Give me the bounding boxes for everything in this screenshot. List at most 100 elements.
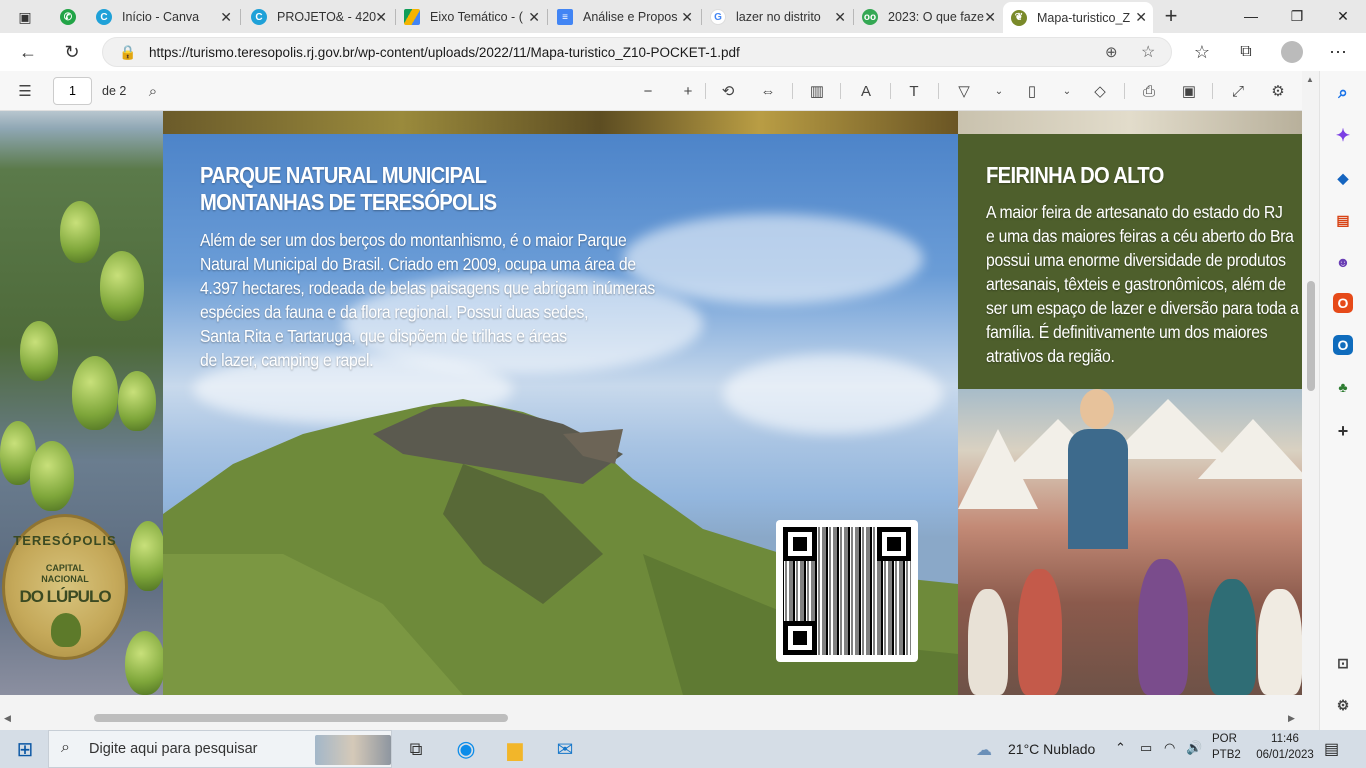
close-tab-icon[interactable]: ✕ — [375, 9, 387, 26]
tab-4[interactable]: ≡ Análise e Propos ✕ — [549, 4, 699, 30]
language-indicator[interactable]: POR — [1212, 733, 1237, 745]
more-menu-icon[interactable]: ⋯ — [1324, 39, 1352, 65]
back-arrow-icon[interactable]: ← — [14, 39, 42, 65]
parque-title-line2: MONTANHAS DE TERESÓPOLIS — [200, 189, 497, 215]
tab-actions-icon[interactable]: ▣ — [12, 4, 38, 30]
page-total: de 2 — [102, 84, 127, 98]
favorites-icon[interactable]: ☆ — [1188, 39, 1216, 65]
chevron-down-icon[interactable]: ⌄ — [1056, 81, 1078, 101]
taskbar-search[interactable]: ⌕ Digite aqui para pesquisar — [48, 730, 392, 768]
parque-description: Além de ser um dos berços do montanhismo… — [200, 230, 655, 370]
qr-code[interactable] — [776, 520, 918, 662]
wifi-icon[interactable]: ◠ — [1164, 740, 1175, 756]
close-tab-icon[interactable]: ✕ — [528, 9, 540, 26]
pdf-toolbar: ☰ 1 de 2 ⌕ − + ⟲ ⇔ ▥ A T ▽ ⌄ ▯ ⌄ ◇ ⎙ ▣ ⤢… — [0, 71, 1310, 111]
horizontal-scrollbar[interactable]: ◀ ▶ — [0, 706, 1302, 730]
close-window-button[interactable]: ✕ — [1320, 4, 1366, 28]
outlook-icon[interactable]: O — [1333, 335, 1353, 355]
chevron-up-icon[interactable]: ⌃ — [1115, 740, 1126, 756]
new-tab-button[interactable]: + — [1158, 3, 1184, 29]
zoom-out-icon[interactable]: − — [637, 81, 659, 101]
read-aloud-icon[interactable]: A — [855, 81, 877, 101]
tab-mapa-turistico-active[interactable]: ❦ Mapa-turistico_Z ✕ — [1003, 2, 1153, 33]
tab-5[interactable]: G lazer no distrito ✕ — [702, 4, 852, 30]
scroll-up-icon[interactable]: ▲ — [1306, 75, 1314, 84]
edge-browser-icon[interactable]: ◉ — [453, 736, 479, 762]
battery-icon[interactable]: ▭ — [1140, 740, 1152, 756]
notifications-icon[interactable]: ▤ — [1324, 739, 1339, 759]
settings-gear-icon[interactable]: ⚙ — [1333, 695, 1353, 715]
clock-date[interactable]: 06/01/2023 — [1250, 749, 1320, 761]
restore-button[interactable]: ❐ — [1274, 4, 1320, 28]
search-icon: ⌕ — [61, 739, 70, 756]
draw-icon[interactable]: ▽ — [953, 81, 975, 101]
vertical-scrollbar[interactable]: ▲ — [1302, 71, 1319, 706]
search-icon[interactable]: ⌕ — [142, 81, 164, 101]
tab-bar: ▣ ✆ C Início - Canva ✕ C PROJETO& - 420 … — [0, 0, 1366, 33]
close-tab-icon[interactable]: ✕ — [984, 9, 996, 26]
profile-avatar[interactable] — [1281, 41, 1303, 63]
settings-gear-icon[interactable]: ⚙ — [1267, 81, 1289, 101]
eraser-icon[interactable]: ◇ — [1089, 81, 1111, 101]
tree-icon[interactable]: ♣ — [1333, 377, 1353, 397]
shopping-tag-icon[interactable]: ◆ — [1333, 168, 1353, 188]
tools-icon[interactable]: ▤ — [1333, 210, 1353, 230]
minimize-button[interactable]: — — [1228, 4, 1274, 28]
page-view-icon[interactable]: ▥ — [806, 81, 828, 101]
file-explorer-icon[interactable]: ▆ — [502, 736, 528, 762]
collections-icon[interactable]: ⧉ — [1232, 39, 1260, 65]
close-tab-icon[interactable]: ✕ — [220, 9, 232, 26]
search-icon[interactable]: ⌕ — [1333, 83, 1353, 103]
keyboard-layout[interactable]: PTB2 — [1212, 749, 1241, 761]
clock-time[interactable]: 11:46 — [1260, 733, 1310, 745]
url-text: https://turismo.teresopolis.rj.gov.br/wp… — [149, 45, 740, 60]
sidebar-toggle-icon[interactable]: ⊡ — [1333, 653, 1353, 673]
mail-icon[interactable]: ✉ — [552, 736, 578, 762]
tab-6[interactable]: oo 2023: O que faze ✕ — [854, 4, 1002, 30]
task-view-icon[interactable]: ⧉ — [403, 736, 429, 762]
volume-icon[interactable]: 🔊 — [1186, 740, 1202, 756]
refresh-icon[interactable]: ↻ — [58, 39, 86, 65]
tab-3[interactable]: Eixo Temático - ( ✕ — [396, 4, 546, 30]
scroll-left-icon[interactable]: ◀ — [4, 713, 11, 724]
office-icon[interactable]: O — [1333, 293, 1353, 313]
vertical-scroll-thumb[interactable] — [1307, 281, 1315, 391]
games-icon[interactable]: ☻ — [1333, 252, 1353, 272]
save-icon[interactable]: ▣ — [1178, 81, 1200, 101]
tripadvisor-icon: oo — [862, 9, 878, 25]
chevron-down-icon[interactable]: ⌄ — [988, 81, 1010, 101]
tab-title: 2023: O que faze — [888, 10, 984, 24]
scroll-right-icon[interactable]: ▶ — [1288, 713, 1295, 724]
lock-icon: 🔒 — [119, 44, 137, 60]
pdf-page: TERESÓPOLIS CAPITAL NACIONAL DO LÚPULO P… — [0, 111, 1302, 695]
weather-text[interactable]: 21°C Nublado — [1008, 741, 1095, 757]
tab-2[interactable]: C PROJETO& - 420 ✕ — [243, 4, 393, 30]
close-tab-icon[interactable]: ✕ — [1135, 9, 1147, 26]
contents-icon[interactable]: ☰ — [14, 81, 36, 101]
rotate-icon[interactable]: ⟲ — [717, 81, 739, 101]
windows-start-icon[interactable]: ⊞ — [12, 736, 38, 762]
highlight-icon[interactable]: ▯ — [1021, 81, 1043, 101]
add-favorite-icon[interactable]: ☆ — [1141, 42, 1155, 62]
print-icon[interactable]: ⎙ — [1138, 81, 1160, 101]
tab-1[interactable]: C Início - Canva ✕ — [88, 4, 238, 30]
copilot-sparkle-icon[interactable]: ✦ — [1333, 126, 1353, 146]
close-tab-icon[interactable]: ✕ — [834, 9, 846, 26]
fit-page-icon[interactable]: ⇔ — [757, 81, 779, 101]
close-tab-icon[interactable]: ✕ — [681, 9, 693, 26]
horizontal-scroll-thumb[interactable] — [94, 714, 508, 722]
feirinha-title: FEIRINHA DO ALTO — [986, 162, 1164, 188]
seal-line1: TERESÓPOLIS — [13, 533, 117, 548]
add-sidebar-app-icon[interactable]: + — [1333, 421, 1353, 441]
parque-natural-panel: PARQUE NATURAL MUNICIPAL MONTANHAS DE TE… — [163, 134, 958, 695]
windows-taskbar: ⊞ ⌕ Digite aqui para pesquisar ⧉ ◉ ▆ ✉ ☁… — [0, 730, 1366, 768]
add-text-icon[interactable]: T — [903, 81, 925, 101]
fullscreen-icon[interactable]: ⤢ — [1227, 81, 1249, 101]
zoom-icon[interactable]: ⊕ — [1105, 43, 1118, 61]
page-number-input[interactable]: 1 — [53, 77, 92, 105]
market-photo — [958, 389, 1302, 695]
url-field[interactable]: 🔒 https://turismo.teresopolis.rj.gov.br/… — [102, 37, 1172, 67]
canva-icon: C — [96, 9, 112, 25]
edge-sidebar: ⌕ ✦ ◆ ▤ ☻ O O ♣ + ⊡ ⚙ — [1319, 71, 1366, 730]
zoom-in-icon[interactable]: + — [677, 81, 699, 101]
